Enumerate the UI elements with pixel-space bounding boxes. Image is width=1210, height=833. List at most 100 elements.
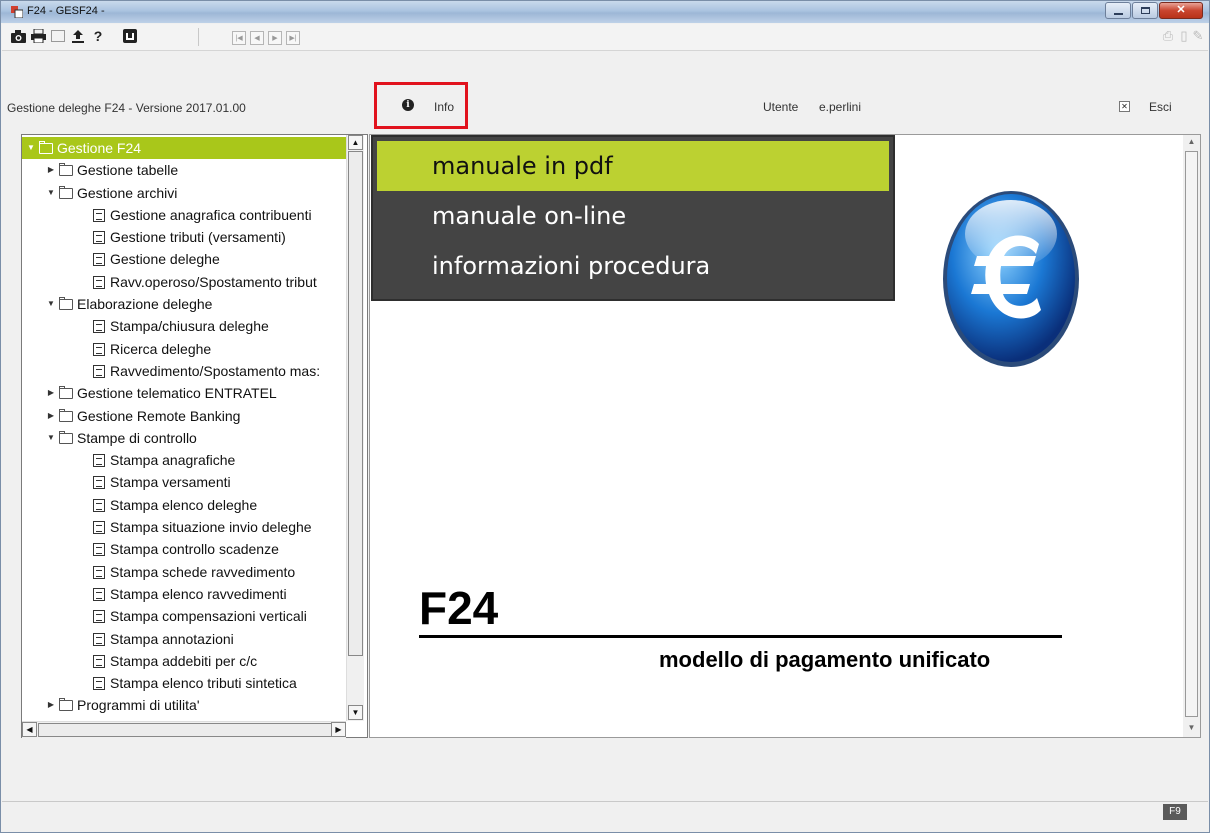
- content-scroll-down-button[interactable]: ▼: [1184, 721, 1199, 736]
- document-icon: [93, 476, 105, 490]
- last-record-button[interactable]: ▶|: [286, 31, 300, 45]
- splash-title: F24: [419, 582, 499, 634]
- folder-icon: [59, 163, 73, 177]
- collapsed-arrow-icon[interactable]: ▶: [46, 405, 56, 427]
- f9-key-badge[interactable]: F9: [1163, 804, 1187, 820]
- tree-item-label: Stampa elenco deleghe: [110, 496, 258, 513]
- exit-icon[interactable]: ✕: [1119, 101, 1130, 112]
- tree-folder-item[interactable]: ▶ Programmi di utilita': [22, 694, 348, 716]
- folder-icon: [59, 185, 73, 199]
- tree-folder-item[interactable]: ▼ Elaborazione deleghe: [22, 293, 348, 315]
- document-icon: [93, 587, 105, 601]
- exit-button[interactable]: Esci: [1149, 100, 1172, 114]
- tree-item-label: Gestione archivi: [77, 184, 178, 201]
- document-icon: [93, 543, 105, 557]
- tree-leaf-item[interactable]: Stampa schede ravvedimento: [22, 561, 348, 583]
- tree-folder-item[interactable]: ▶ Gestione Remote Banking: [22, 405, 348, 427]
- tree-leaf-item[interactable]: Stampa controllo scadenze: [22, 538, 348, 560]
- tree-leaf-item[interactable]: Ricerca deleghe: [22, 338, 348, 360]
- tree-item-label: Gestione tabelle: [77, 162, 179, 179]
- tree-vertical-scrollbar[interactable]: ▲ ▼: [346, 135, 364, 721]
- tree-leaf-item[interactable]: Stampa situazione invio deleghe: [22, 516, 348, 538]
- tree-folder-item[interactable]: ▼ Stampe di controllo: [22, 427, 348, 449]
- app-icon: [11, 6, 23, 18]
- expanded-arrow-icon[interactable]: ▼: [46, 293, 56, 315]
- expanded-arrow-icon[interactable]: ▼: [46, 182, 56, 204]
- menu-item-manuale-in-pdf[interactable]: manuale in pdf: [377, 141, 889, 191]
- tree-item-label: Stampa elenco tributi sintetica: [110, 675, 297, 692]
- close-icon: ✕: [1176, 4, 1186, 16]
- app-window: F24 - GESF24 - ✕ ? |◀ ◀ ▶ ▶| ⎙ ▯ ✎ Gesti…: [0, 0, 1210, 833]
- tree-item-label: Stampa/chiusura deleghe: [110, 318, 269, 335]
- tree-leaf-item[interactable]: Stampa annotazioni: [22, 628, 348, 650]
- calendar-icon[interactable]: [122, 28, 138, 44]
- collapsed-arrow-icon[interactable]: ▶: [46, 382, 56, 404]
- help-icon[interactable]: ?: [90, 28, 106, 44]
- tree-item-label: Stampa anagrafiche: [110, 452, 236, 469]
- document-icon: [93, 565, 105, 579]
- splash-divider: [419, 635, 1062, 638]
- tree-leaf-item[interactable]: Stampa compensazioni verticali: [22, 605, 348, 627]
- tree-folder-item[interactable]: ▶ Gestione tabelle: [22, 159, 348, 181]
- document-icon: [93, 231, 105, 245]
- tree-scroll-thumb[interactable]: [348, 151, 363, 656]
- tree-leaf-item[interactable]: Stampa addebiti per c/c: [22, 650, 348, 672]
- tree-item-label: Gestione Remote Banking: [77, 407, 241, 424]
- scroll-left-button[interactable]: ◀: [22, 722, 37, 737]
- document-icon: [93, 454, 105, 468]
- tree-leaf-item[interactable]: Stampa anagrafiche: [22, 449, 348, 471]
- tree-item-label: Ravvedimento/Spostamento mas:: [110, 362, 321, 379]
- document-icon: [93, 275, 105, 289]
- scroll-up-button[interactable]: ▲: [348, 135, 363, 150]
- tree-leaf-item[interactable]: Ravv.operoso/Spostamento tribut: [22, 271, 348, 293]
- scroll-down-button[interactable]: ▼: [348, 705, 363, 720]
- splash-subtitle: modello di pagamento unificato: [659, 647, 991, 672]
- minimize-button[interactable]: [1105, 2, 1131, 19]
- tree-leaf-item[interactable]: Gestione anagrafica contribuenti: [22, 204, 348, 226]
- tree-item-label: Gestione deleghe: [110, 251, 220, 268]
- close-button[interactable]: ✕: [1159, 2, 1203, 19]
- tree-leaf-item[interactable]: Gestione tributi (versamenti): [22, 226, 348, 248]
- collapsed-arrow-icon[interactable]: ▶: [46, 694, 56, 716]
- next-record-button[interactable]: ▶: [268, 31, 282, 45]
- tree-leaf-item[interactable]: Ravvedimento/Spostamento mas:: [22, 360, 348, 382]
- info-button[interactable]: Info: [434, 100, 454, 114]
- printer-icon[interactable]: [30, 28, 46, 44]
- bottom-panel: [2, 739, 1208, 801]
- tree-leaf-item[interactable]: Stampa elenco deleghe: [22, 494, 348, 516]
- title-bar[interactable]: F24 - GESF24 - ✕: [1, 1, 1209, 23]
- edit-disabled-icon: ✎: [1192, 28, 1204, 43]
- tree-leaf-item[interactable]: Stampa versamenti: [22, 471, 348, 493]
- tree-leaf-item[interactable]: Stampa/chiusura deleghe: [22, 315, 348, 337]
- maximize-button[interactable]: [1132, 2, 1158, 19]
- tree-hscroll-thumb[interactable]: [38, 723, 338, 737]
- document-icon: [93, 498, 105, 512]
- tree-horizontal-scrollbar[interactable]: ◀ ▶: [22, 721, 346, 738]
- scroll-right-button[interactable]: ▶: [331, 722, 346, 737]
- folder-icon: [39, 141, 53, 154]
- tree-leaf-item[interactable]: Stampa elenco tributi sintetica: [22, 672, 348, 694]
- info-icon[interactable]: i: [402, 99, 414, 111]
- menu-item-informazioni-procedura[interactable]: informazioni procedura: [377, 241, 889, 291]
- tree-folder-item[interactable]: ▼ Gestione F24: [22, 137, 348, 160]
- upload-icon[interactable]: [70, 28, 86, 44]
- tree-folder-item[interactable]: ▶ Gestione telematico ENTRATEL: [22, 382, 348, 404]
- content-scrollbar[interactable]: ▲ ▼: [1183, 135, 1200, 737]
- content-scroll-up-button[interactable]: ▲: [1184, 135, 1199, 150]
- menu-item-manuale-on-line[interactable]: manuale on-line: [377, 191, 889, 241]
- expanded-arrow-icon[interactable]: ▼: [26, 137, 36, 159]
- collapsed-arrow-icon[interactable]: ▶: [46, 159, 56, 181]
- tree-leaf-item[interactable]: Stampa elenco ravvedimenti: [22, 583, 348, 605]
- tree-leaf-item[interactable]: Gestione deleghe: [22, 248, 348, 270]
- expanded-arrow-icon[interactable]: ▼: [46, 427, 56, 449]
- new-icon[interactable]: [50, 28, 66, 44]
- content-scroll-thumb[interactable]: [1185, 151, 1198, 717]
- previous-record-button[interactable]: ◀: [250, 31, 264, 45]
- tree-item-label: Gestione anagrafica contribuenti: [110, 206, 312, 223]
- print-disabled-icon: ⎙: [1162, 28, 1174, 43]
- document-icon: [93, 654, 105, 668]
- tree-item-label: Stampa controllo scadenze: [110, 541, 279, 558]
- tree-folder-item[interactable]: ▼ Gestione archivi: [22, 182, 348, 204]
- first-record-button[interactable]: |◀: [232, 31, 246, 45]
- camera-icon[interactable]: [10, 28, 26, 44]
